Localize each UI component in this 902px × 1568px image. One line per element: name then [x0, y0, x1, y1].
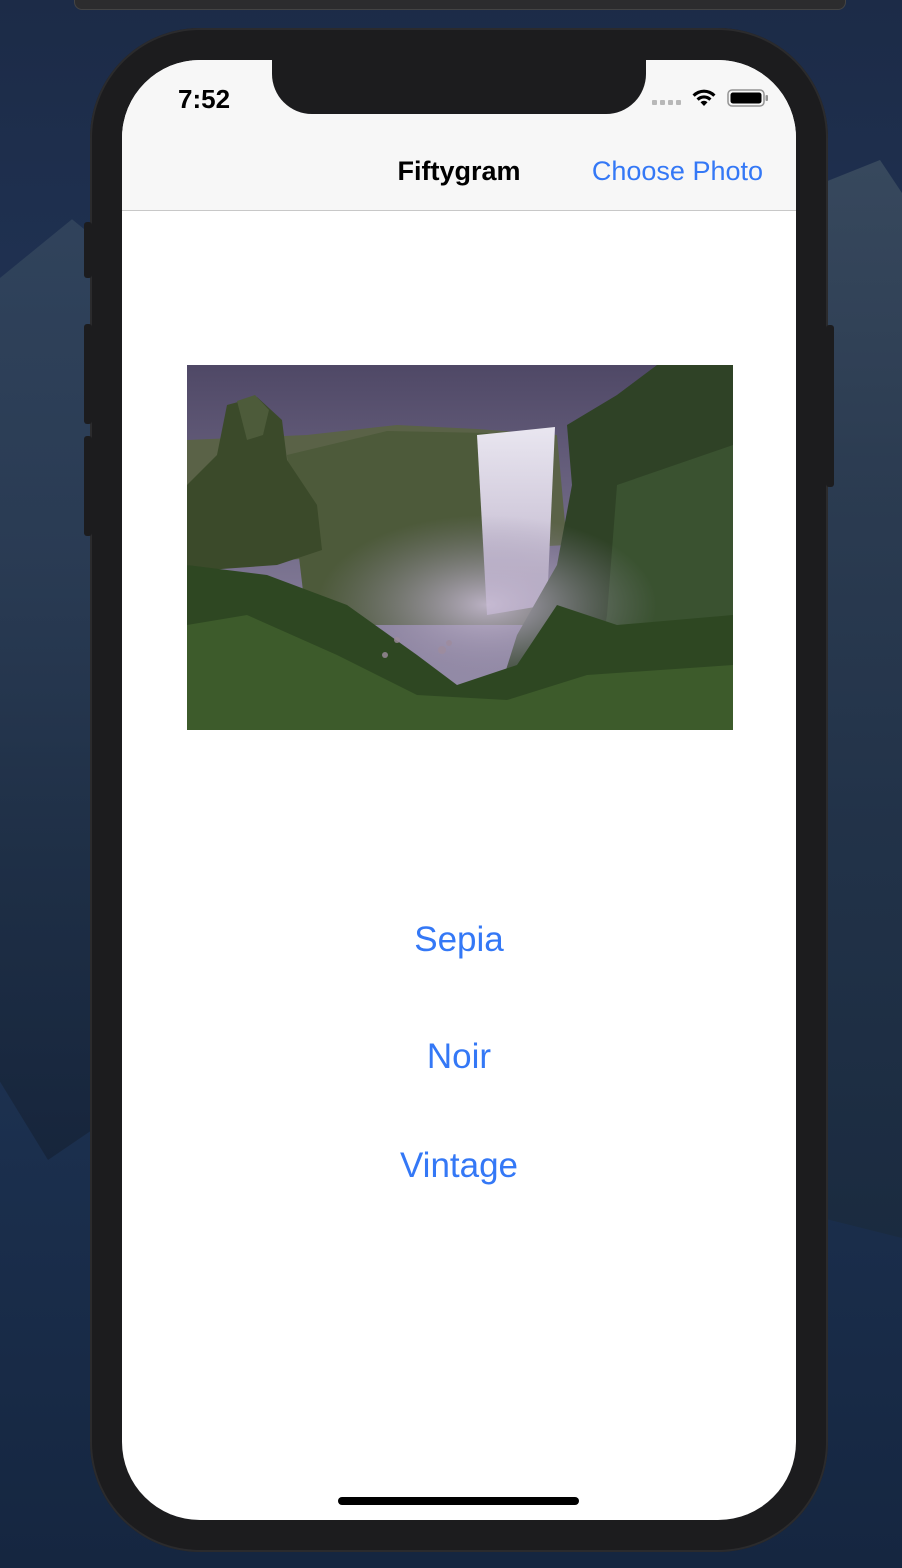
device-notch	[272, 60, 646, 114]
choose-photo-button[interactable]: Choose Photo	[592, 156, 763, 187]
home-indicator[interactable]	[338, 1497, 579, 1505]
simulator-toolbar-edge	[74, 0, 846, 10]
vintage-filter-button[interactable]: Vintage	[122, 1146, 796, 1186]
navigation-bar: Fiftygram Choose Photo	[122, 142, 796, 211]
status-time: 7:52	[178, 84, 231, 114]
volume-down-button	[84, 436, 92, 536]
photo-image-view	[187, 365, 733, 730]
power-button	[826, 325, 834, 487]
battery-icon	[727, 89, 768, 107]
status-icons	[652, 88, 769, 108]
wifi-icon	[692, 89, 716, 106]
sepia-filter-button[interactable]: Sepia	[122, 920, 796, 960]
cellular-signal-icon	[652, 91, 681, 105]
phone-screen: 7:52 Fiftygram Choose Photo Sepia Noir V…	[122, 60, 796, 1520]
volume-up-button	[84, 324, 92, 424]
mute-switch	[84, 222, 92, 278]
waterfall-landscape-image	[187, 365, 733, 730]
noir-filter-button[interactable]: Noir	[122, 1037, 796, 1077]
